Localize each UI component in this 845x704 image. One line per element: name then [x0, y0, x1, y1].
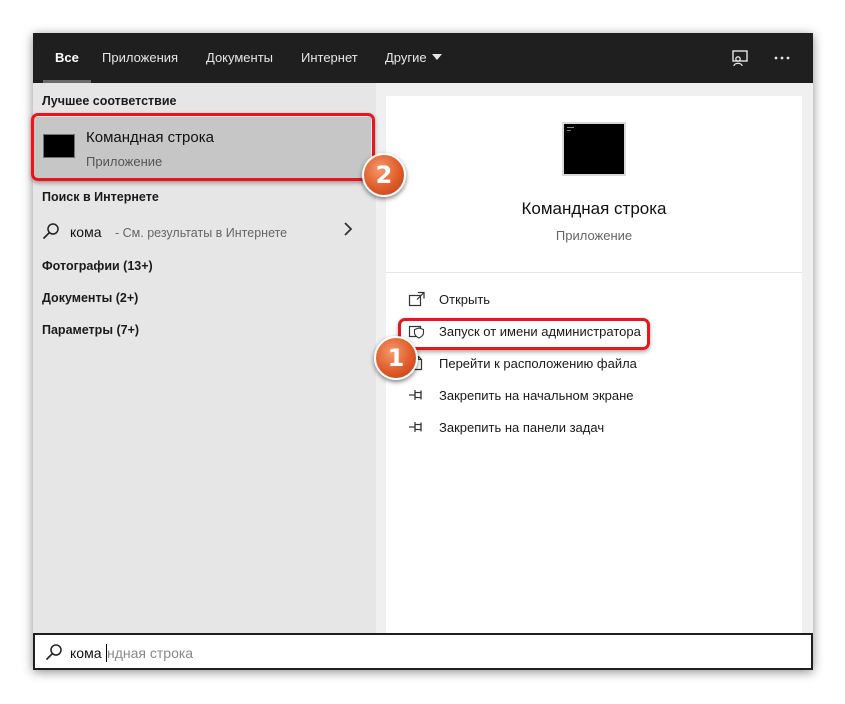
best-match-header: Лучшее соответствие: [42, 94, 177, 108]
category-documents[interactable]: Документы (2+): [42, 291, 138, 305]
detail-subtitle: Приложение: [555, 228, 633, 243]
pin-icon: [408, 387, 426, 403]
command-prompt-large-icon: [562, 122, 626, 176]
web-query: кома: [70, 224, 102, 240]
web-hint: - См. результаты в Интернете: [115, 226, 288, 240]
search-box[interactable]: кома ндная строка: [33, 633, 813, 670]
tab-documents[interactable]: Документы: [206, 33, 273, 83]
tab-more[interactable]: Другие: [385, 33, 442, 83]
category-photos[interactable]: Фотографии (13+): [42, 259, 153, 273]
tab-internet[interactable]: Интернет: [301, 33, 358, 83]
highlight-best-match: [31, 113, 375, 181]
action-open-file-location[interactable]: Перейти к расположению файла: [408, 353, 788, 375]
web-search-header: Поиск в Интернете: [42, 190, 159, 204]
search-icon: [42, 222, 60, 245]
category-settings[interactable]: Параметры (7+): [42, 323, 139, 337]
step-badge-2: 2: [362, 153, 406, 197]
action-pin-to-taskbar[interactable]: Закрепить на панели задач: [408, 417, 788, 439]
action-pin-to-taskbar-label: Закрепить на панели задач: [439, 420, 605, 435]
chevron-down-icon: [431, 54, 442, 60]
action-pin-to-start-label: Закрепить на начальном экране: [439, 388, 634, 403]
chevron-right-icon[interactable]: [342, 221, 354, 242]
action-open-label: Открыть: [439, 292, 491, 307]
feedback-icon[interactable]: [725, 33, 755, 83]
action-open-file-location-label: Перейти к расположению файла: [439, 356, 637, 371]
web-search-result[interactable]: кома - См. результаты в Интернете: [33, 211, 376, 251]
detail-pane: Командная строка Приложение Открыть Запу…: [386, 96, 802, 633]
search-input[interactable]: кома: [70, 645, 101, 661]
action-pin-to-start[interactable]: Закрепить на начальном экране: [408, 385, 788, 407]
tab-all[interactable]: Все: [43, 33, 91, 83]
open-icon: [408, 291, 426, 307]
search-icon: [45, 643, 63, 666]
more-options-icon[interactable]: [767, 33, 797, 83]
tab-apps[interactable]: Приложения: [102, 33, 178, 83]
search-suggestion: ндная строка: [107, 645, 194, 661]
action-open[interactable]: Открыть: [408, 289, 788, 311]
detail-title: Командная строка: [521, 199, 667, 218]
divider: [386, 272, 802, 273]
highlight-run-as-admin: [398, 318, 650, 350]
pin-icon: [408, 419, 426, 435]
search-filter-bar: Все Приложения Документы Интернет Другие: [33, 33, 813, 83]
step-badge-1: 1: [374, 336, 418, 380]
